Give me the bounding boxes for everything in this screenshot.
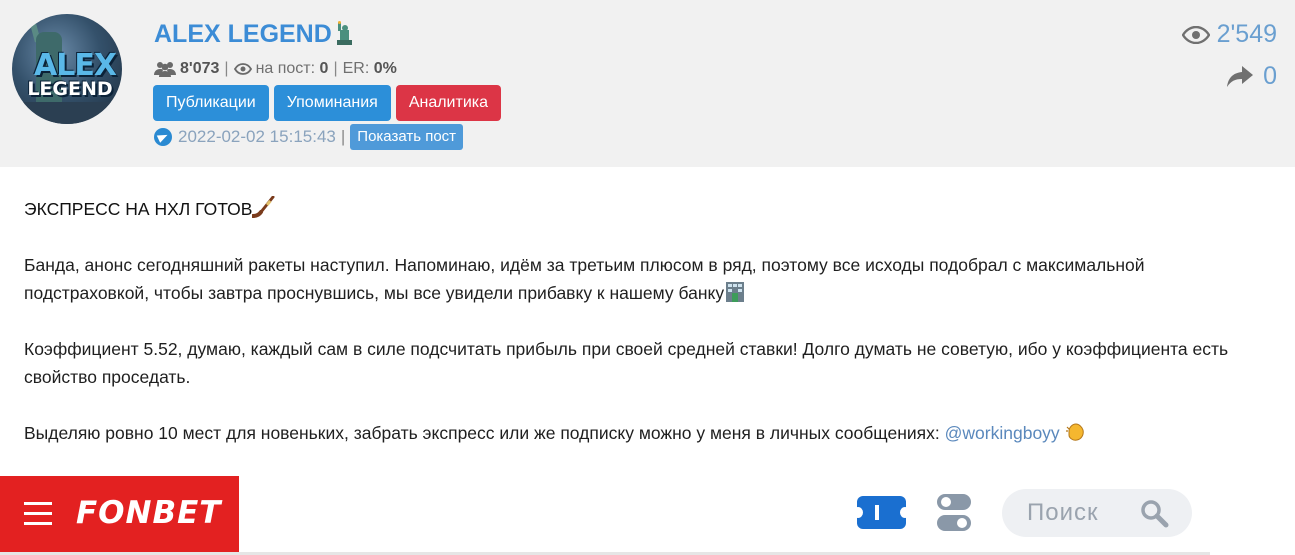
tab-publications[interactable]: Публикации <box>153 85 269 121</box>
paragraph-text: Банда, анонс сегодняшний ракеты наступил… <box>24 255 1145 303</box>
mention-link[interactable]: @workingboyy <box>945 423 1060 443</box>
hockey-stick-icon <box>252 196 275 218</box>
shares-count: 0 <box>1263 62 1277 90</box>
separator: | <box>340 127 346 146</box>
fonbet-banner[interactable]: FONBET Поиск <box>0 476 1210 555</box>
ticket-icon[interactable] <box>853 496 910 529</box>
search-placeholder: Поиск <box>1027 499 1099 526</box>
telegram-icon[interactable] <box>154 128 172 146</box>
paragraph-text: Выделяю ровно 10 мест для новеньких, заб… <box>24 423 940 443</box>
post-body: ЭКСПРЕСС НА НХЛ ГОТОВ Банда, анонс сегод… <box>24 195 1274 475</box>
fonbet-logo-block[interactable]: FONBET <box>0 476 239 552</box>
avatar-skyline <box>12 102 122 124</box>
post-meta: 2022-02-02 15:15:43 | Показать пост <box>154 124 464 150</box>
shares-counter: 0 <box>1227 62 1277 91</box>
hand-wave-icon <box>1065 423 1084 441</box>
post-paragraph-3: Выделяю ровно 10 мест для новеньких, заб… <box>24 419 1274 447</box>
fonbet-logo: FONBET <box>76 495 222 531</box>
bank-building-icon <box>726 282 745 302</box>
er-value: 0% <box>373 60 397 77</box>
post-title: ЭКСПРЕСС НА НХЛ ГОТОВ <box>24 199 253 219</box>
post-date: 2022-02-02 15:15:43 <box>178 127 336 146</box>
channel-name[interactable]: ALEX LEGEND <box>154 20 332 48</box>
menu-icon[interactable] <box>24 502 52 532</box>
separator: | <box>333 60 338 77</box>
eye-icon <box>233 63 252 75</box>
er-label: ER: <box>342 60 370 77</box>
post-header: ALEX LEGEND ALEX LEGEND 8'073 | на пост:… <box>0 0 1295 167</box>
tab-analytics[interactable]: Аналитика <box>395 85 502 121</box>
channel-avatar[interactable]: ALEX LEGEND <box>12 14 122 124</box>
subscribers-count: 8'073 <box>180 60 220 77</box>
post-paragraph-2: Коэффициент 5.52, думаю, каждый сам в си… <box>24 339 1229 387</box>
views-count: 2'549 <box>1216 20 1277 48</box>
search-icon[interactable] <box>1140 499 1170 529</box>
channel-title[interactable]: ALEX LEGEND <box>154 20 356 49</box>
statue-of-liberty-icon <box>336 21 352 45</box>
separator: | <box>224 60 229 77</box>
views-counter: 2'549 <box>1181 20 1277 49</box>
per-post-label: на пост: <box>255 60 316 77</box>
share-icon <box>1227 65 1254 87</box>
settings-toggle-icon[interactable] <box>937 494 971 532</box>
show-post-button[interactable]: Показать пост <box>350 124 464 150</box>
channel-tabs: Публикации Упоминания Аналитика <box>153 85 502 121</box>
post-paragraph-1: Банда, анонс сегодняшний ракеты наступил… <box>24 251 1274 307</box>
search-input[interactable]: Поиск <box>1002 489 1192 537</box>
post-title-line: ЭКСПРЕСС НА НХЛ ГОТОВ <box>24 195 1274 223</box>
avatar-text-line2: LEGEND <box>27 78 113 100</box>
per-post-value: 0 <box>319 60 329 77</box>
tab-mentions[interactable]: Упоминания <box>273 85 391 121</box>
channel-stats: 8'073 | на пост: 0 | ER: 0% <box>154 60 397 78</box>
eye-icon <box>1181 25 1210 44</box>
users-icon <box>154 62 176 77</box>
